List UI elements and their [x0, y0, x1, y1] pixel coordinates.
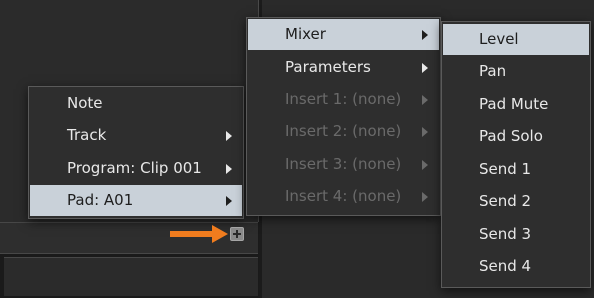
menu-item-label: Note: [67, 94, 103, 112]
menu-item-insert-1: Insert 1: (none): [248, 84, 439, 115]
menu-item-label: Parameters: [285, 58, 371, 76]
menu-item-pan[interactable]: Pan: [443, 56, 589, 87]
menu-item-label: Pad: A01: [67, 191, 134, 209]
pad-submenu: Mixer Parameters Insert 1: (none) Insert…: [246, 17, 441, 216]
menu-item-label: Mixer: [285, 25, 326, 43]
arrow-right-icon: [170, 225, 228, 243]
menu-item-level[interactable]: Level: [443, 24, 589, 55]
menu-item-label: Pad Mute: [479, 95, 549, 113]
triangle-right-icon: [422, 30, 428, 40]
menu-item-label: Track: [67, 126, 107, 144]
triangle-right-icon: [422, 192, 428, 202]
menu-item-send-1[interactable]: Send 1: [443, 154, 589, 185]
menu-item-insert-4: Insert 4: (none): [248, 181, 439, 212]
menu-item-label: Send 2: [479, 192, 532, 210]
lower-panel: [4, 257, 258, 296]
triangle-right-icon: [422, 160, 428, 170]
menu-item-label: Insert 4: (none): [285, 187, 402, 205]
menu-item-pad-mute[interactable]: Pad Mute: [443, 89, 589, 120]
menu-item-label: Insert 3: (none): [285, 155, 402, 173]
menu-item-send-4[interactable]: Send 4: [443, 251, 589, 282]
menu-item-label: Pad Solo: [479, 127, 543, 145]
triangle-right-icon: [422, 127, 428, 137]
menu-item-mixer[interactable]: Mixer: [248, 19, 439, 50]
menu-item-pad[interactable]: Pad: A01: [30, 185, 242, 216]
triangle-right-icon: [226, 164, 232, 174]
menu-item-label: Send 3: [479, 225, 532, 243]
triangle-right-icon: [226, 196, 232, 206]
menu-item-label: Level: [479, 30, 519, 48]
menu-item-parameters[interactable]: Parameters: [248, 52, 439, 83]
menu-item-send-3[interactable]: Send 3: [443, 219, 589, 250]
triangle-right-icon: [422, 63, 428, 73]
menu-item-label: Insert 1: (none): [285, 90, 402, 108]
menu-item-label: Insert 2: (none): [285, 122, 402, 140]
menu-item-label: Pan: [479, 62, 507, 80]
menu-item-note[interactable]: Note: [30, 88, 242, 119]
menu-item-track[interactable]: Track: [30, 120, 242, 151]
menu-item-label: Send 4: [479, 257, 532, 275]
menu-item-label: Send 1: [479, 160, 532, 178]
context-menu: Note Track Program: Clip 001 Pad: A01: [28, 86, 244, 219]
menu-item-pad-solo[interactable]: Pad Solo: [443, 121, 589, 152]
menu-item-insert-2: Insert 2: (none): [248, 116, 439, 147]
plus-icon[interactable]: [230, 227, 244, 241]
menu-item-insert-3: Insert 3: (none): [248, 149, 439, 180]
triangle-right-icon: [226, 131, 232, 141]
triangle-right-icon: [422, 95, 428, 105]
menu-item-label: Program: Clip 001: [67, 159, 202, 177]
menu-item-program[interactable]: Program: Clip 001: [30, 153, 242, 184]
menu-item-send-2[interactable]: Send 2: [443, 186, 589, 217]
mixer-submenu: Level Pan Pad Mute Pad Solo Send 1 Send …: [441, 21, 591, 288]
